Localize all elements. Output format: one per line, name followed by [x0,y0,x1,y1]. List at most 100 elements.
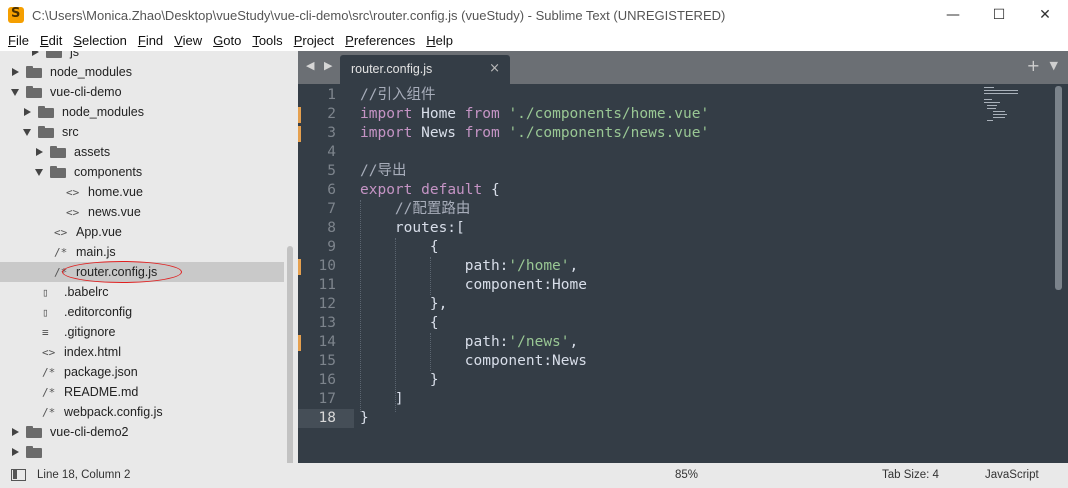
code-text: { [360,314,439,333]
tree-item-label: .editorconfig [64,305,133,319]
code-text: }, [360,295,447,314]
folder-row[interactable]: node_modules [0,102,284,122]
code-line: 15 component:News [298,352,1068,371]
menu-edit[interactable]: Edit [34,30,67,51]
menu-file[interactable]: File [2,30,34,51]
toggle-sidebar-icon[interactable] [11,469,26,481]
script-file-icon: /* [42,405,56,419]
file-row[interactable]: <> news.vue [0,202,284,222]
file-row[interactable]: <> home.vue [0,182,284,202]
close-button[interactable]: ✕ [1022,0,1068,30]
tab-router-config[interactable]: router.config.js × [340,55,510,84]
menu-goto[interactable]: Goto [207,30,246,51]
tab-close-icon[interactable]: × [489,61,500,76]
folder-icon [38,106,54,118]
menu-view[interactable]: View [168,30,207,51]
menu-help[interactable]: Help [420,30,458,51]
code-token: { [482,182,500,198]
maximize-button[interactable]: ☐ [976,0,1022,30]
folder-row[interactable]: src [0,122,284,142]
folder-row[interactable]: components [0,162,284,182]
code-text: { [360,238,439,257]
file-row[interactable]: ▯ .babelrc [0,282,284,302]
code-token: import [360,125,413,141]
folder-row[interactable]: node_modules [0,62,284,82]
editor-vertical-scrollbar[interactable] [1055,86,1062,290]
file-row[interactable]: /* README.md [0,382,284,402]
tree-item-label: home.vue [88,185,143,199]
indent-guide [395,238,396,412]
disclosure-down-icon[interactable] [22,127,32,137]
code-text: //引入组件 [360,86,435,105]
menu-find[interactable]: Find [132,30,168,51]
cursor-position: Line 18, Column 2 [37,469,131,481]
disclosure-right-icon[interactable] [10,447,20,457]
minimap[interactable] [984,86,1034,126]
file-row[interactable]: /* package.json [0,362,284,382]
markup-file-icon: <> [42,345,56,359]
tree-item-label: index.html [64,345,121,359]
menu-preferences[interactable]: Preferences [339,30,420,51]
modified-line-marker [298,126,301,142]
sidebar-vertical-scrollbar[interactable] [287,246,293,463]
code-token: from [464,106,500,122]
file-row[interactable]: /* main.js [0,242,284,262]
menu-selection[interactable]: Selection [67,30,131,51]
tab-size-selector[interactable]: Tab Size: 4 [882,469,939,481]
line-number: 8 [327,220,336,236]
disclosure-right-icon[interactable] [30,51,40,57]
folder-row[interactable]: vue-cli-demo [0,82,284,102]
file-row[interactable]: /* webpack.config.js [0,402,284,422]
disclosure-right-icon[interactable] [10,67,20,77]
text-file-icon: ▯ [42,305,49,319]
menu-bar: File Edit Selection Find View Goto Tools… [0,30,1068,51]
markup-file-icon: <> [66,205,80,219]
code-line: 3 import News from './components/news.vue… [298,124,1068,143]
folder-icon [50,166,66,178]
file-row[interactable]: /* router.config.js [0,262,284,282]
folder-row[interactable]: assets [0,142,284,162]
syntax-selector[interactable]: JavaScript [985,469,1039,481]
file-row[interactable]: <> index.html [0,342,284,362]
minimap-line [993,117,1005,118]
disclosure-right-icon[interactable] [34,147,44,157]
tree-item-label: node_modules [62,105,145,119]
line-number: 13 [318,315,336,331]
minimize-button[interactable]: — [930,0,976,30]
folder-row[interactable]: vue-cli-demo2 [0,422,284,442]
script-file-icon: /* [42,385,56,399]
folder-icon [26,446,42,458]
disclosure-down-icon[interactable] [10,87,20,97]
line-number: 3 [327,125,336,141]
code-line: 5 //导出 [298,162,1068,181]
folder-icon [38,126,54,138]
tab-nav-arrows-icon[interactable]: ◀ ▶ [306,59,335,72]
folder-row[interactable] [0,442,284,462]
window-controls: — ☐ ✕ [930,0,1068,30]
folder-icon [50,146,66,158]
text-file-icon: ≡ [42,325,49,339]
folder-row[interactable]: js [0,51,284,62]
tab-menu-chevron-icon[interactable]: ▼ [1050,59,1058,72]
menu-tools[interactable]: Tools [246,30,287,51]
code-line: 4 [298,143,1068,162]
file-row[interactable]: ▯ .editorconfig [0,302,284,322]
script-file-icon: /* [54,245,68,259]
code-token: '/news' [508,334,570,350]
disclosure-right-icon[interactable] [22,107,32,117]
file-row[interactable]: ≡ .gitignore [0,322,284,342]
line-number: 7 [327,201,336,217]
file-row[interactable]: <> App.vue [0,222,284,242]
menu-project[interactable]: Project [288,30,339,51]
code-editor[interactable]: 1 //引入组件 2 import Home from './components/h… [298,84,1068,463]
line-number: 11 [318,277,336,293]
disclosure-right-icon[interactable] [10,427,20,437]
folder-icon [26,66,42,78]
disclosure-down-icon[interactable] [34,167,44,177]
code-token: { [360,239,439,255]
code-token: //引入组件 [360,87,436,103]
new-tab-plus-icon[interactable]: + [1027,56,1040,75]
line-number: 18 [318,410,336,426]
minimap-line [987,105,997,106]
code-line: 9 { [298,238,1068,257]
